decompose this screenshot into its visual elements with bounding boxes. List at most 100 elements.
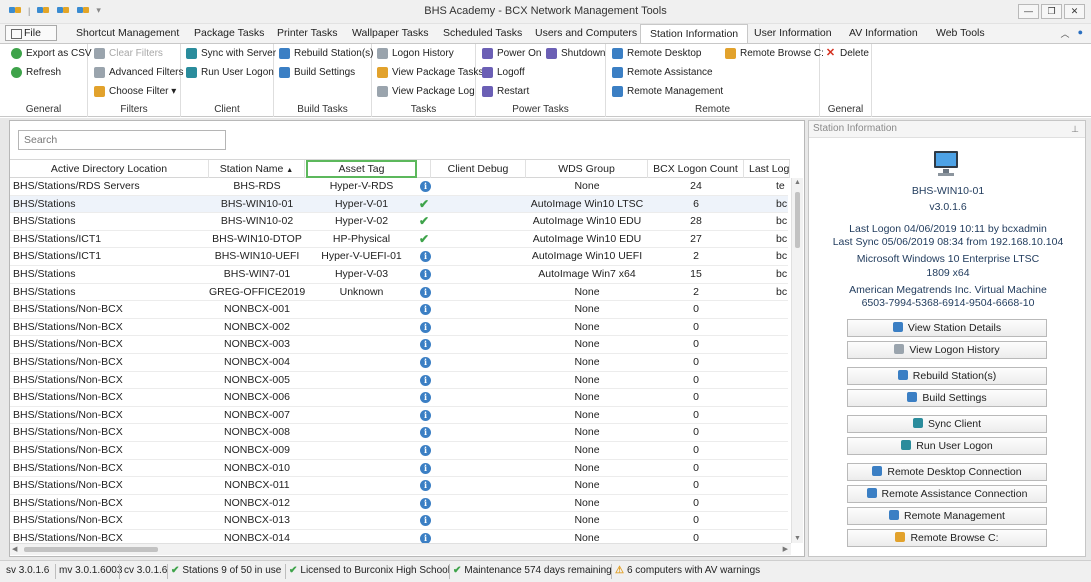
table-row[interactable]: BHS/Stations/Non-BCX NONBCX-008 None 0 i <box>10 424 788 442</box>
shutdown-button[interactable]: Shutdown <box>546 46 605 61</box>
table-row[interactable]: BHS/Stations BHS-WIN10-02 Hyper-V-02 AutoIm… <box>10 213 788 231</box>
status-info-icon: i <box>420 427 431 439</box>
table-row[interactable]: BHS/Stations/Non-BCX NONBCX-011 None 0 i <box>10 477 788 495</box>
remote-desktop-connection-button[interactable]: Remote Desktop Connection <box>847 463 1047 481</box>
table-row[interactable]: BHS/Stations/Non-BCX NONBCX-013 None 0 i <box>10 512 788 530</box>
server-version: sv 3.0.1.6 <box>6 565 50 576</box>
run-user-logon-button[interactable]: Run User Logon <box>186 65 274 80</box>
tab-av-information[interactable]: AV Information <box>849 27 918 39</box>
tab-printer-tasks[interactable]: Printer Tasks <box>277 27 338 39</box>
table-row[interactable]: BHS/Stations/Non-BCX NONBCX-005 None 0 i <box>10 372 788 390</box>
choose-filter-dropdown[interactable]: Choose Filter ▾ <box>94 84 176 99</box>
refresh-button[interactable]: Refresh <box>11 65 61 80</box>
view-package-log-button[interactable]: View Package Log <box>377 84 475 99</box>
tab-web-tools[interactable]: Web Tools <box>936 27 985 39</box>
cell-wds-group: None <box>574 426 600 439</box>
build-settings-button[interactable]: Build Settings <box>279 65 355 80</box>
cell-asset-tag <box>306 477 417 494</box>
remote-browse-button[interactable]: Remote Browse C: <box>725 46 824 61</box>
horizontal-scroll-thumb[interactable] <box>24 547 158 552</box>
advanced-filters-button[interactable]: Advanced Filters <box>94 65 183 80</box>
table-row[interactable]: BHS/Stations BHS-WIN7-01 Hyper-V-03 AutoIma… <box>10 266 788 284</box>
panel-remote-management-button[interactable]: Remote Management <box>847 507 1047 525</box>
search-input[interactable]: Search <box>18 130 226 150</box>
av-warnings[interactable]: ⚠ 6 computers with AV warnings <box>615 565 760 576</box>
remote-assistance-button[interactable]: Remote Assistance <box>612 65 713 80</box>
table-row[interactable]: BHS/Stations/ICT1 BHS-WIN10-UEFI Hyper-V-U… <box>10 248 788 266</box>
view-package-tasks-button[interactable]: View Package Tasks <box>377 65 483 80</box>
table-row[interactable]: BHS/Stations BHS-WIN10-01 Hyper-V-01 AutoIm… <box>10 195 788 214</box>
scroll-up-icon[interactable]: ▲ <box>794 179 801 186</box>
panel-run-user-logon-button[interactable]: Run User Logon <box>847 437 1047 455</box>
maximize-button[interactable]: ❐ <box>1041 4 1062 19</box>
cell-station-name: NONBCX-003 <box>224 338 290 351</box>
column-logon-count[interactable]: BCX Logon Count <box>648 160 744 178</box>
tab-wallpaper-tasks[interactable]: Wallpaper Tasks <box>352 27 428 39</box>
table-row[interactable]: BHS/Stations/Non-BCX NONBCX-009 None 0 i <box>10 442 788 460</box>
pin-icon[interactable]: ⊥ <box>1071 121 1079 137</box>
table-row[interactable]: BHS/Stations/Non-BCX NONBCX-002 None 0 i <box>10 319 788 337</box>
table-row[interactable]: BHS/Stations GREG-OFFICE2019 Unknown None 2 b… <box>10 284 788 302</box>
scroll-left-icon[interactable]: ◀ <box>12 545 17 553</box>
tab-users-and-computers[interactable]: Users and Computers <box>535 27 637 39</box>
tab-station-information[interactable]: Station Information <box>640 24 749 44</box>
logoff-button[interactable]: Logoff <box>482 65 525 80</box>
status-info-icon: i <box>420 339 431 351</box>
table-row[interactable]: BHS/Stations/Non-BCX NONBCX-010 None 0 i <box>10 460 788 478</box>
cell-station-name: BHS-WIN7-01 <box>223 268 291 280</box>
column-client-debug[interactable]: Client Debug <box>431 160 526 178</box>
cell-logon-count: 27 <box>690 232 702 245</box>
table-row[interactable]: BHS/Stations/RDS Servers BHS-RDS Hyper-V-R… <box>10 178 788 196</box>
tab-package-tasks[interactable]: Package Tasks <box>194 27 264 39</box>
cell-last-logon: bc <box>776 215 788 228</box>
table-row[interactable]: BHS/Stations/Non-BCX NONBCX-006 None 0 i <box>10 389 788 407</box>
export-csv-button[interactable]: Export as CSV <box>11 46 92 61</box>
delete-button[interactable]: ✕ Delete <box>825 46 869 61</box>
table-row[interactable]: BHS/Stations/Non-BCX NONBCX-001 None 0 i <box>10 301 788 319</box>
restart-button[interactable]: Restart <box>482 84 529 99</box>
status-info-icon: i <box>420 445 431 456</box>
column-asset-tag[interactable]: Asset Tag <box>306 160 417 178</box>
collapse-ribbon-icon[interactable]: ︿ <box>1061 27 1070 40</box>
vertical-scroll-thumb[interactable] <box>795 192 800 248</box>
minimize-button[interactable]: — <box>1018 4 1039 19</box>
remote-assistance-connection-button[interactable]: Remote Assistance Connection <box>847 485 1047 503</box>
remote-desktop-button[interactable]: Remote Desktop <box>612 46 701 61</box>
logon-history-button[interactable]: Logon History <box>377 46 454 61</box>
table-row[interactable]: BHS/Stations/Non-BCX NONBCX-007 None 0 i <box>10 407 788 425</box>
panel-sync-client-button[interactable]: Sync Client <box>847 415 1047 433</box>
help-icon[interactable]: ● <box>1078 27 1083 40</box>
panel-rebuild-stations-button[interactable]: Rebuild Station(s) <box>847 367 1047 385</box>
cell-last-logon <box>776 442 788 459</box>
sync-with-server-button[interactable]: Sync with Server <box>186 46 276 61</box>
view-station-details-button[interactable]: View Station Details <box>847 319 1047 337</box>
table-row[interactable]: BHS/Stations/ICT1 BHS-WIN10-DTOP HP-Physic… <box>10 231 788 249</box>
tab-shortcut-management[interactable]: Shortcut Management <box>76 27 179 39</box>
close-button[interactable]: ✕ <box>1064 4 1085 19</box>
remote-management-button[interactable]: Remote Management <box>612 84 723 99</box>
column-wds-group[interactable]: WDS Group <box>526 160 648 178</box>
column-last-logon[interactable]: Last Logo <box>744 160 790 178</box>
tab-user-information[interactable]: User Information <box>754 27 832 39</box>
tab-scheduled-tasks[interactable]: Scheduled Tasks <box>443 27 522 39</box>
power-on-button[interactable]: Power On <box>482 46 541 61</box>
table-row[interactable]: BHS/Stations/Non-BCX NONBCX-003 None 0 i <box>10 336 788 354</box>
vertical-scrollbar[interactable]: ▲ ▼ <box>791 178 803 543</box>
column-ad-location[interactable]: Active Directory Location <box>10 160 209 178</box>
column-station-name[interactable]: Station Name ▲ <box>209 160 305 178</box>
table-row[interactable]: BHS/Stations/Non-BCX NONBCX-004 None 0 i <box>10 354 788 372</box>
status-info-icon: i <box>420 392 431 404</box>
rebuild-stations-button[interactable]: Rebuild Station(s) <box>279 46 373 61</box>
view-logon-history-button[interactable]: View Logon History <box>847 341 1047 359</box>
panel-build-settings-button[interactable]: Build Settings <box>847 389 1047 407</box>
file-menu-button[interactable]: File <box>5 25 57 41</box>
horizontal-scrollbar[interactable]: ◀ ▶ <box>10 543 791 555</box>
clear-filters-button[interactable]: Clear Filters <box>94 46 163 61</box>
table-row[interactable]: BHS/Stations/Non-BCX NONBCX-012 None 0 i <box>10 495 788 513</box>
grid-header: Active Directory Location Station Name ▲… <box>10 159 790 178</box>
scroll-down-icon[interactable]: ▼ <box>794 535 801 542</box>
column-status[interactable] <box>417 160 431 178</box>
table-row[interactable]: BHS/Stations/Non-BCX NONBCX-014 None 0 i <box>10 530 788 543</box>
panel-remote-browse-button[interactable]: Remote Browse C: <box>847 529 1047 547</box>
scroll-right-icon[interactable]: ▶ <box>783 545 788 553</box>
